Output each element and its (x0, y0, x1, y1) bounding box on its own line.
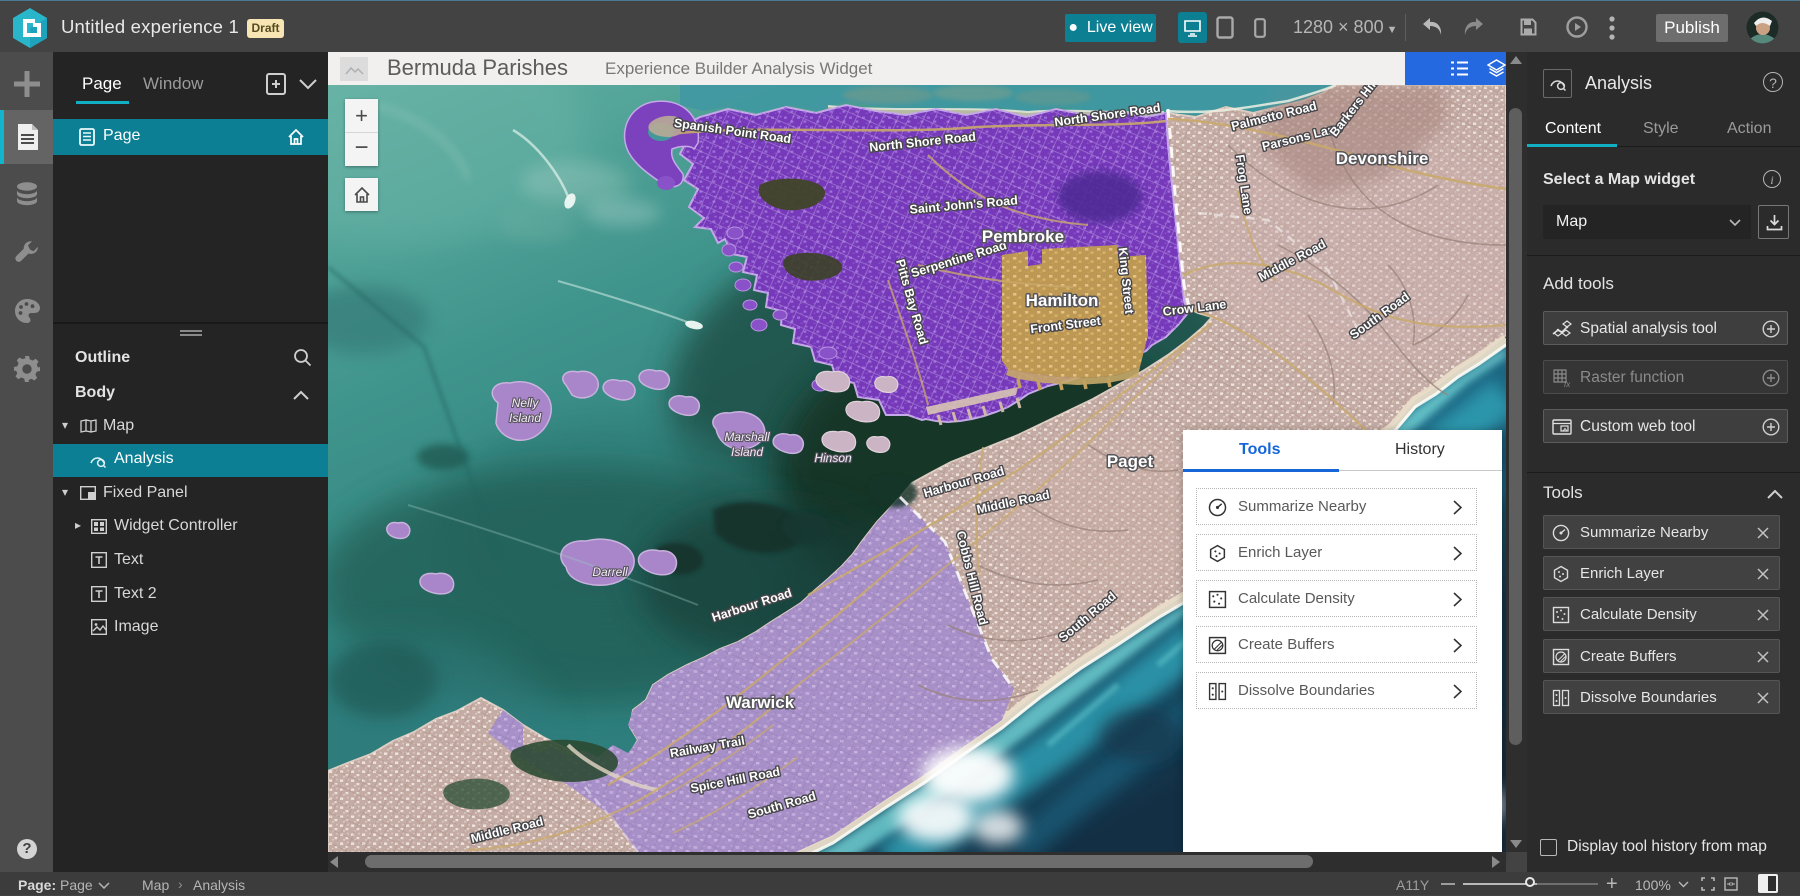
svg-text:Nelly: Nelly (512, 396, 540, 410)
svg-text:Marshall: Marshall (724, 430, 770, 444)
svg-text:Island: Island (509, 411, 541, 425)
svg-text:Hamilton: Hamilton (1026, 291, 1099, 310)
svg-text:Hinson: Hinson (814, 451, 852, 465)
svg-text:fx: fx (1564, 380, 1571, 388)
svg-text:Paget: Paget (1107, 452, 1154, 471)
svg-text:Pembroke: Pembroke (982, 227, 1064, 246)
svg-text:Devonshire: Devonshire (1336, 149, 1429, 168)
svg-text:Warwick: Warwick (726, 693, 795, 712)
svg-text:Darrell: Darrell (592, 565, 628, 579)
svg-text:Island: Island (731, 445, 763, 459)
